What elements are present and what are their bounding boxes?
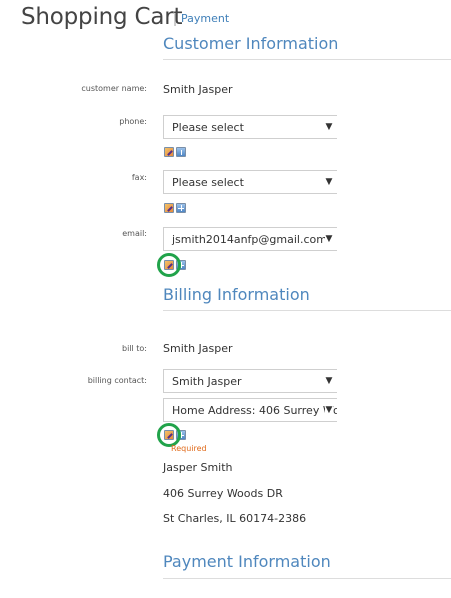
highlight-circle xyxy=(157,253,181,277)
chevron-down-icon: ▼ xyxy=(325,404,333,416)
section-divider xyxy=(163,59,451,60)
info-icon[interactable] xyxy=(176,147,186,157)
fax-select-value: Please select xyxy=(172,176,244,189)
chevron-down-icon: ▼ xyxy=(325,176,333,188)
billing-address-value: Home Address: 406 Surrey Woods DR xyxy=(172,404,337,417)
section-divider xyxy=(163,578,451,579)
fax-label: fax: xyxy=(131,173,147,182)
page-title: Shopping Cart xyxy=(21,4,183,30)
address-line-street: 406 Surrey Woods DR xyxy=(163,487,283,500)
breadcrumb-payment-link[interactable]: Payment xyxy=(181,12,229,25)
customer-name-value: Smith Jasper xyxy=(163,83,233,96)
billing-contact-label: billing contact: xyxy=(87,376,147,385)
bill-to-label: bill to: xyxy=(121,344,147,353)
customer-information-heading: Customer Information xyxy=(163,34,339,53)
billing-address-select[interactable]: Home Address: 406 Surrey Woods DR ▼ xyxy=(163,398,337,422)
address-line-city: St Charles, IL 60174-2386 xyxy=(163,512,307,525)
chevron-down-icon: ▼ xyxy=(325,121,333,133)
billing-information-heading: Billing Information xyxy=(163,285,310,304)
customer-name-label: customer name: xyxy=(81,84,147,93)
chevron-down-icon: ▼ xyxy=(325,233,333,245)
breadcrumb-separator: | xyxy=(173,12,178,26)
section-divider xyxy=(163,310,451,311)
billing-contact-select[interactable]: Smith Jasper ▼ xyxy=(163,369,337,393)
billing-contact-value: Smith Jasper xyxy=(172,375,242,388)
email-label: email: xyxy=(122,229,147,238)
bill-to-value: Smith Jasper xyxy=(163,342,233,355)
payment-information-heading: Payment Information xyxy=(163,552,331,571)
phone-label: phone: xyxy=(119,117,147,126)
add-plus-icon[interactable] xyxy=(176,203,186,213)
phone-select[interactable]: Please select ▼ xyxy=(163,115,337,139)
required-indicator: Required xyxy=(171,444,207,453)
email-select[interactable]: jsmith2014anfp@gmail.com ▼ xyxy=(163,227,337,251)
chevron-down-icon: ▼ xyxy=(325,375,333,387)
fax-select[interactable]: Please select ▼ xyxy=(163,170,337,194)
phone-select-value: Please select xyxy=(172,121,244,134)
edit-pencil-icon[interactable] xyxy=(164,147,174,157)
email-select-value: jsmith2014anfp@gmail.com xyxy=(172,233,327,246)
edit-pencil-icon[interactable] xyxy=(164,203,174,213)
address-line-name: Jasper Smith xyxy=(163,461,233,474)
